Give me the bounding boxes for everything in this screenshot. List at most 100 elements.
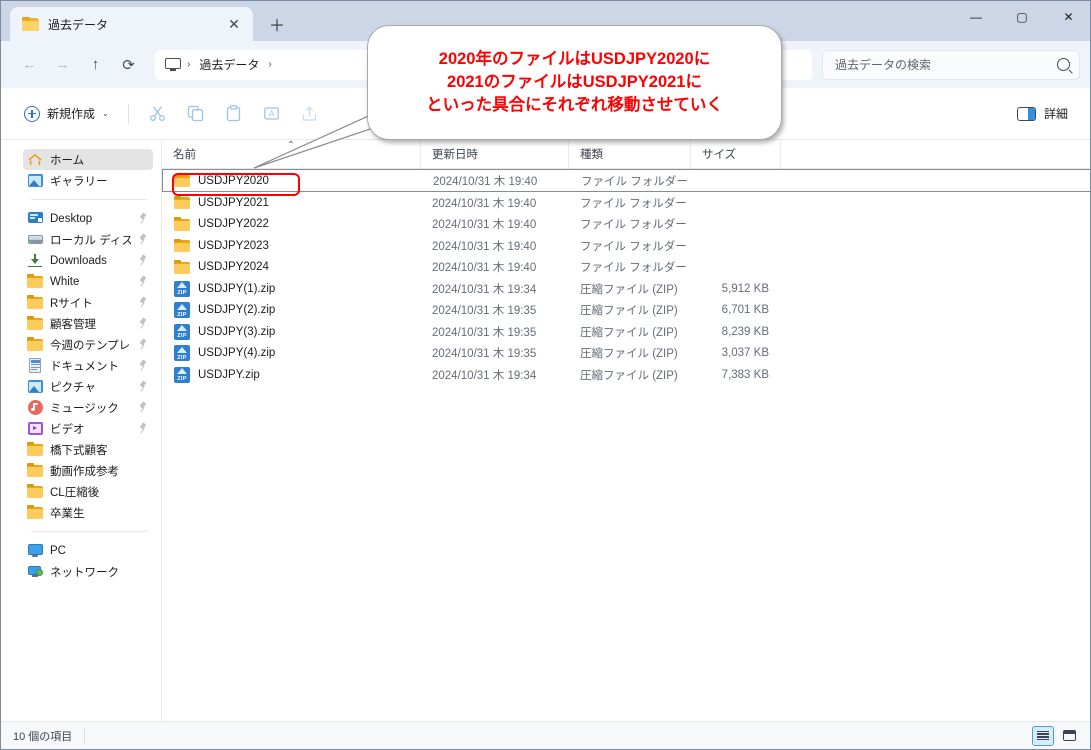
paste-icon[interactable]	[215, 98, 253, 130]
file-name: USDJPY2022	[198, 218, 269, 230]
sidebar-item-white[interactable]: White	[23, 271, 153, 292]
sidebar-item-r-site[interactable]: Rサイト	[23, 292, 153, 313]
tab-past-data[interactable]: 過去データ ✕	[10, 7, 253, 41]
pin-icon[interactable]	[138, 402, 147, 413]
sidebar-item-videos[interactable]: ビデオ	[23, 418, 153, 439]
sidebar-item-documents[interactable]: ドキュメント	[23, 355, 153, 376]
details-view-toggle[interactable]	[1032, 726, 1054, 746]
column-header-name[interactable]: 名前 ⌃	[162, 140, 421, 169]
refresh-button[interactable]: ⟳	[112, 50, 145, 80]
column-header-date[interactable]: 更新日時	[421, 140, 569, 169]
sidebar-item-label: White	[50, 276, 131, 288]
sidebar-item-network[interactable]: ネットワーク	[23, 561, 153, 582]
pin-icon[interactable]	[138, 213, 147, 224]
table-row[interactable]: ZIP USDJPY(1).zip 2024/10/31 木 19:34 圧縮フ…	[162, 278, 1091, 300]
pc-icon	[27, 543, 43, 559]
file-size: 3,037 KB	[691, 347, 781, 359]
column-header-label: サイズ	[702, 146, 736, 162]
this-pc-icon[interactable]	[165, 58, 181, 72]
sidebar-item-video-reference[interactable]: 動画作成参考	[23, 460, 153, 481]
cut-icon[interactable]	[139, 98, 177, 130]
file-type: 圧縮ファイル (ZIP)	[569, 345, 691, 361]
sidebar-item-label: Downloads	[50, 255, 131, 267]
sidebar-item-hashimoto-customers[interactable]: 橋下式顧客	[23, 439, 153, 460]
sidebar-item-cl-compressed[interactable]: CL圧縮後	[23, 481, 153, 502]
pin-icon[interactable]	[138, 234, 147, 245]
sidebar-item-label: CL圧縮後	[50, 484, 147, 500]
sidebar-item-pc[interactable]: PC	[23, 540, 153, 561]
navigation-pane[interactable]: ホーム ギャラリー Desktop ローカル ディスク (C:)	[1, 140, 162, 723]
sidebar-item-pictures[interactable]: ピクチャ	[23, 376, 153, 397]
file-type: ファイル フォルダー	[569, 195, 691, 211]
file-list-pane[interactable]: 名前 ⌃ 更新日時 種類 サイズ USDJPY2020 2024/10/31 木…	[162, 140, 1091, 723]
share-icon[interactable]	[291, 98, 329, 130]
details-pane-button[interactable]: 詳細	[1007, 98, 1078, 130]
copy-icon[interactable]	[177, 98, 215, 130]
new-tab-icon[interactable]: ＋	[263, 10, 291, 38]
pin-icon[interactable]	[138, 318, 147, 329]
pin-icon[interactable]	[138, 297, 147, 308]
pin-icon[interactable]	[138, 276, 147, 287]
search-icon[interactable]	[1057, 58, 1070, 71]
file-size: 6,701 KB	[691, 304, 781, 316]
sidebar-item-label: 卒業生	[50, 505, 147, 521]
table-row[interactable]: ZIP USDJPY(2).zip 2024/10/31 木 19:35 圧縮フ…	[162, 300, 1091, 322]
pin-icon[interactable]	[138, 339, 147, 350]
sidebar-item-local-disk-c[interactable]: ローカル ディスク (C:)	[23, 229, 153, 250]
pin-icon[interactable]	[138, 423, 147, 434]
table-row[interactable]: USDJPY2020 2024/10/31 木 19:40 ファイル フォルダー	[162, 169, 1091, 192]
zip-icon: ZIP	[174, 281, 190, 297]
maximize-icon[interactable]: ▢	[999, 1, 1045, 33]
table-row[interactable]: ZIP USDJPY(4).zip 2024/10/31 木 19:35 圧縮フ…	[162, 343, 1091, 365]
search-input[interactable]: 過去データの検索	[822, 50, 1080, 80]
table-row[interactable]: USDJPY2024 2024/10/31 木 19:40 ファイル フォルダー	[162, 257, 1091, 279]
up-button[interactable]: ↑	[79, 50, 112, 80]
table-row[interactable]: USDJPY2021 2024/10/31 木 19:40 ファイル フォルダー	[162, 192, 1091, 214]
sidebar-item-home[interactable]: ホーム	[23, 149, 153, 170]
file-name: USDJPY2024	[198, 261, 269, 273]
table-row[interactable]: ZIP USDJPY.zip 2024/10/31 木 19:34 圧縮ファイル…	[162, 364, 1091, 386]
folder-icon	[174, 173, 190, 188]
column-header-size[interactable]: サイズ	[691, 140, 781, 169]
close-tab-icon[interactable]: ✕	[223, 13, 245, 35]
search-placeholder: 過去データの検索	[835, 56, 931, 73]
sort-ascending-icon: ⌃	[287, 141, 295, 151]
sidebar-item-music[interactable]: ミュージック	[23, 397, 153, 418]
sidebar-item-label: ギャラリー	[50, 173, 147, 189]
large-icons-view-toggle[interactable]	[1058, 726, 1080, 746]
folder-icon	[174, 195, 190, 210]
sidebar-item-weekly-template[interactable]: 今週のテンプレート	[23, 334, 153, 355]
close-window-icon[interactable]: ✕	[1045, 1, 1091, 33]
minimize-icon[interactable]: —	[953, 1, 999, 33]
sidebar-divider	[31, 531, 147, 532]
sidebar-item-customer-management[interactable]: 顧客管理	[23, 313, 153, 334]
table-row[interactable]: USDJPY2023 2024/10/31 木 19:40 ファイル フォルダー	[162, 235, 1091, 257]
breadcrumb-item-0[interactable]: 過去データ	[194, 54, 264, 75]
file-date: 2024/10/31 木 19:35	[421, 302, 569, 318]
forward-button[interactable]: →	[46, 50, 79, 80]
file-date: 2024/10/31 木 19:40	[422, 173, 570, 189]
pin-icon[interactable]	[138, 360, 147, 371]
file-name-cell: ZIP USDJPY(2).zip	[162, 302, 421, 318]
file-name: USDJPY.zip	[198, 369, 260, 381]
folder-icon	[27, 505, 43, 521]
sidebar-item-desktop[interactable]: Desktop	[23, 208, 153, 229]
pin-icon[interactable]	[138, 381, 147, 392]
file-name-cell: ZIP USDJPY(3).zip	[162, 324, 421, 340]
back-button[interactable]: ←	[13, 50, 46, 80]
folder-icon	[27, 442, 43, 458]
rename-icon[interactable]: A	[253, 98, 291, 130]
file-name-cell: USDJPY2024	[162, 260, 421, 275]
sidebar-item-downloads[interactable]: Downloads	[23, 250, 153, 271]
view-toggle-group	[1032, 726, 1080, 746]
table-row[interactable]: ZIP USDJPY(3).zip 2024/10/31 木 19:35 圧縮フ…	[162, 321, 1091, 343]
table-row[interactable]: USDJPY2022 2024/10/31 木 19:40 ファイル フォルダー	[162, 214, 1091, 236]
sidebar-item-graduates[interactable]: 卒業生	[23, 502, 153, 523]
new-button[interactable]: 新規作成 ⌄	[15, 98, 118, 130]
pin-icon[interactable]	[138, 255, 147, 266]
column-header-type[interactable]: 種類	[569, 140, 691, 169]
file-type: 圧縮ファイル (ZIP)	[569, 302, 691, 318]
file-name: USDJPY2020	[198, 175, 269, 187]
drive-icon	[27, 232, 43, 248]
sidebar-item-gallery[interactable]: ギャラリー	[23, 170, 153, 191]
